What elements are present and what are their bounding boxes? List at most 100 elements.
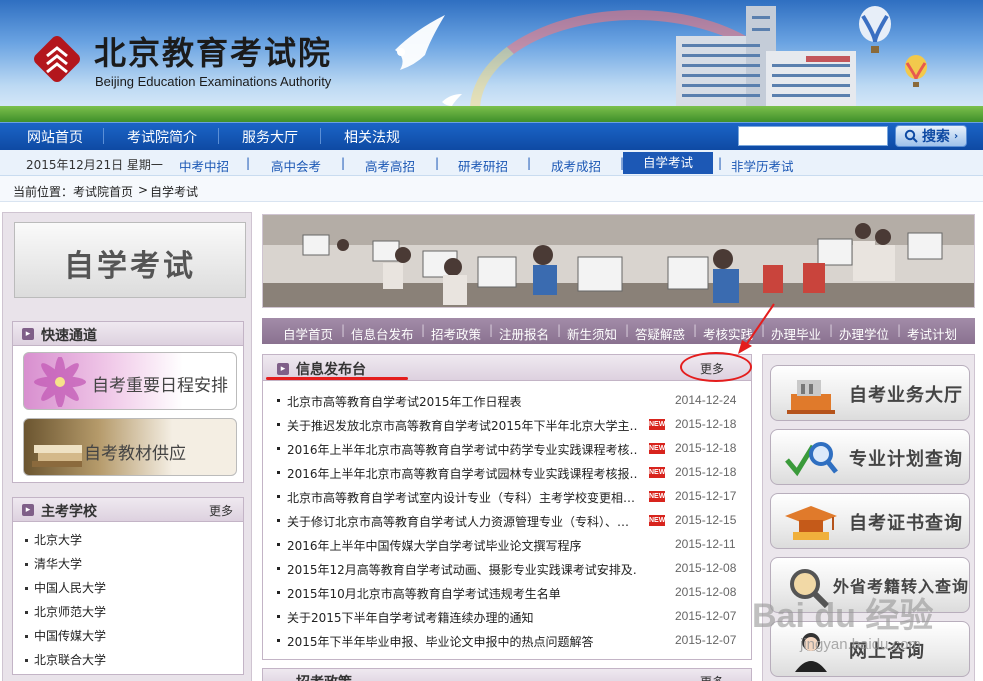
news-item[interactable]: 北京市高等教育自学考试2015年工作日程表 2014-12-24 (277, 391, 747, 411)
quick-access-title: 快速通道 (41, 328, 97, 344)
school-item[interactable]: 北京联合大学 (25, 651, 106, 668)
search-button-label: 搜索 (921, 129, 950, 145)
school-item[interactable]: 清华大学 (25, 555, 82, 572)
nav-about[interactable]: 考试院简介 (127, 127, 197, 147)
nav-separator (103, 128, 104, 144)
main-schools-panel: ▸ 主考学校 更多 北京大学 清华大学 中国人民大学 北京师范大学 中国传媒大学… (12, 497, 244, 675)
current-date: 2015年12月21日 星期一 (26, 158, 163, 172)
certificate-query-label: 自考证书查询 (849, 513, 963, 534)
building-illustration (676, 6, 856, 118)
chevron-right-icon: › (953, 130, 959, 142)
news-item[interactable]: 2015年12月高等教育自学考试动画、摄影专业实践课考试安排及… 2015-12-… (277, 559, 747, 579)
service-hall-label: 自考业务大厅 (849, 385, 963, 406)
menu-separator: | (897, 323, 902, 337)
menu-separator: | (421, 323, 426, 337)
search-icon (904, 129, 918, 143)
news-item[interactable]: 关于2015下半年自学考试考籍连续办理的通知 2015-12-07 (277, 607, 747, 627)
menu-separator: | (693, 323, 698, 337)
news-title: 信息发布台 (296, 362, 366, 378)
news-item[interactable]: 关于推迟发放北京市高等教育自学考试2015年下半年北京大学主… NEW 2015-1… (277, 415, 747, 435)
school-item[interactable]: 中国传媒大学 (25, 627, 106, 644)
menu-separator: | (829, 323, 834, 337)
news-item[interactable]: 2016年上半年中国传媒大学自学考试毕业论文撰写程序 2015-12-11 (277, 535, 747, 555)
news-item[interactable]: 2015年10月北京市高等教育自学考试违规考生名单 2015-12-08 (277, 583, 747, 603)
main-schools-header: ▸ 主考学校 更多 (13, 498, 243, 522)
baidu-watermark: Bai du 经验 (752, 597, 934, 635)
books-icon (32, 445, 82, 467)
grass-decoration (0, 106, 983, 122)
menu-degree[interactable]: 办理学位 (839, 324, 889, 343)
breadcrumb-separator: > (138, 183, 149, 197)
subnav-separator: | (341, 156, 346, 170)
menu-info-publish[interactable]: 信息台发布 (351, 324, 414, 343)
policy-panel-header: 招考政策 更多 (262, 668, 752, 681)
menu-register[interactable]: 注册报名 (499, 324, 549, 343)
self-study-service-hall-button[interactable]: 自考业务大厅 (770, 365, 970, 421)
nav-separator (320, 128, 321, 144)
nav-service-hall[interactable]: 服务大厅 (242, 127, 298, 147)
main-navigation: 网站首页 考试院简介 服务大厅 相关法规 搜索 › (0, 122, 983, 150)
policy-more-link[interactable]: 更多 (700, 673, 724, 681)
breadcrumb-label: 当前位置： (13, 185, 74, 199)
news-item[interactable]: 2016年上半年北京市高等教育自学考试中药学专业实践课程考核… NEW 2015-1… (277, 439, 747, 459)
main-schools-title: 主考学校 (41, 504, 97, 520)
logo-english-name: Beijing Education Examinations Authority (95, 74, 332, 89)
magnifier-check-icon (785, 442, 838, 477)
subnav-self-study-active[interactable]: 自学考试 (623, 152, 713, 174)
school-item[interactable]: 北京师范大学 (25, 603, 106, 620)
quick-link-schedule[interactable]: 自考重要日程安排 (23, 352, 237, 410)
menu-new-student[interactable]: 新生须知 (567, 324, 617, 343)
menu-policy[interactable]: 招考政策 (431, 324, 481, 343)
arrow-right-icon: ▸ (22, 328, 34, 340)
logo-icon[interactable] (32, 34, 82, 84)
breadcrumb-current: 自学考试 (150, 185, 199, 199)
quick-access-panel: ▸ 快速通道 自考重要日程安排 自考教材供应 (12, 321, 244, 483)
subnav-huikao[interactable]: 高中会考 (271, 156, 321, 175)
quick-link-textbooks-label: 自考教材供应 (84, 444, 186, 464)
quick-link-schedule-label: 自考重要日程安排 (92, 376, 228, 396)
annotation-circle (680, 352, 752, 382)
building-service-icon (787, 380, 835, 414)
main-schools-more-link[interactable]: 更多 (209, 502, 233, 519)
search-input[interactable] (738, 126, 888, 146)
news-item[interactable]: 2016年上半年北京市高等教育自学考试园林专业实践课程考核报… NEW 2015-1… (277, 463, 747, 483)
nav-home[interactable]: 网站首页 (27, 127, 83, 147)
annotation-underline (266, 377, 408, 380)
annotation-arrow-icon (738, 303, 775, 354)
flower-icon (34, 357, 86, 407)
major-plan-query-button[interactable]: 专业计划查询 (770, 429, 970, 485)
subnav-separator: | (435, 156, 440, 170)
certificate-query-button[interactable]: 自考证书查询 (770, 493, 970, 549)
news-item[interactable]: 2015年下半年毕业申报、毕业论文申报中的热点问题解答 2015-12-07 (277, 631, 747, 651)
menu-separator: | (489, 323, 494, 337)
new-badge: NEW (649, 491, 666, 502)
logo-chinese-name: 北京教育考试院 (94, 34, 333, 72)
arrow-right-icon: ▸ (277, 363, 289, 375)
sub-navigation: 2015年12月21日 星期一 中考中招 | 高中会考 | 高考高招 | 研考研… (0, 150, 983, 176)
news-item[interactable]: 关于修订北京市高等教育自学考试人力资源管理专业（专科）、… NEW 2015-12-… (277, 511, 747, 531)
search-button[interactable]: 搜索 › (895, 125, 967, 147)
new-badge: NEW (649, 443, 666, 454)
menu-separator: | (557, 323, 562, 337)
subnav-separator: | (527, 156, 532, 170)
subnav-gaokao[interactable]: 高考高招 (365, 156, 415, 175)
breadcrumb-home-link[interactable]: 考试院首页 (73, 183, 133, 200)
menu-home[interactable]: 自学首页 (283, 324, 333, 343)
arrow-right-icon: ▸ (22, 504, 34, 516)
news-item[interactable]: 北京市高等教育自学考试室内设计专业（专科）主考学校变更相… NEW 2015-12-… (277, 487, 747, 507)
nav-regulations[interactable]: 相关法规 (344, 127, 400, 147)
nav-separator (218, 128, 219, 144)
subnav-zhongkao[interactable]: 中考中招 (179, 156, 229, 175)
subnav-yankao[interactable]: 研考研招 (458, 156, 508, 175)
subnav-non-degree[interactable]: 非学历考试 (731, 156, 794, 175)
subnav-chengkao[interactable]: 成考成招 (551, 156, 601, 175)
menu-separator: | (341, 323, 346, 337)
dove-icon (395, 15, 445, 70)
small-balloon-icon (905, 55, 927, 87)
menu-exam-plan[interactable]: 考试计划 (907, 324, 957, 343)
quick-link-textbooks[interactable]: 自考教材供应 (23, 418, 237, 476)
menu-faq[interactable]: 答疑解惑 (635, 324, 685, 343)
school-item[interactable]: 中国人民大学 (25, 579, 106, 596)
school-item[interactable]: 北京大学 (25, 531, 82, 548)
exam-room-illustration (263, 215, 974, 307)
